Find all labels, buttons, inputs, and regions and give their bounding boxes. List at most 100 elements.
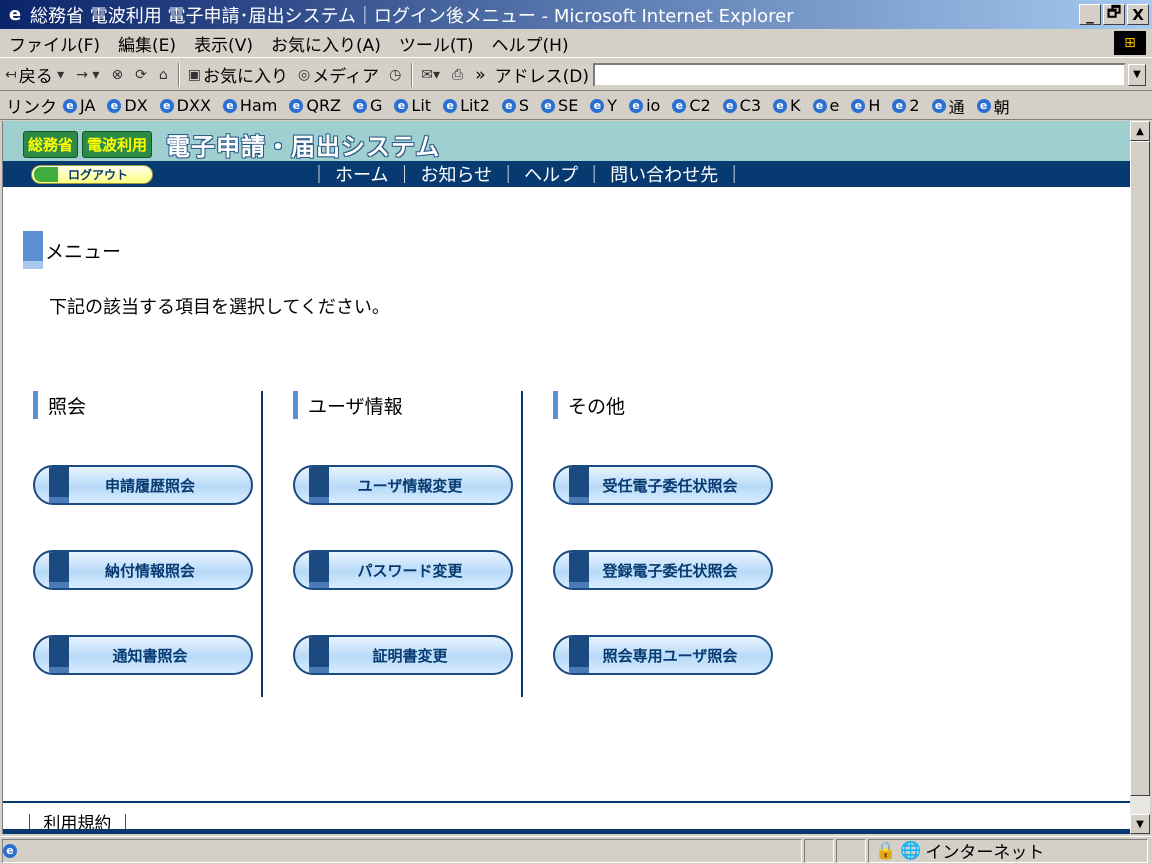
menu-file[interactable]: ファイル(F) <box>0 31 109 56</box>
inquiry-only-user-button[interactable]: 照会専用ユーザ照会 <box>553 635 773 675</box>
vertical-scrollbar[interactable]: ▲ ▼ <box>1130 121 1150 834</box>
scroll-up-arrow-icon[interactable]: ▲ <box>1130 121 1150 141</box>
link-item[interactable]: e C2 <box>672 96 711 115</box>
forward-button[interactable]: → ▾ <box>71 67 106 83</box>
page-content: 総務省 電波利用 電子申請・届出システム ログアウト ｜ ホーム ｜ お知らせ … <box>2 121 1130 834</box>
change-user-info-button[interactable]: ユーザ情報変更 <box>293 465 513 505</box>
print-icon: ⎙ <box>452 66 464 83</box>
lock-icon: 🔒 <box>875 840 897 861</box>
status-pane <box>804 838 834 863</box>
toolbar: ↤ 戻る ▾ → ▾ ⊗ ⟳ ⌂ ▣ お気に入り ◎ メディア ◷ ✉▾ ⎙ » アド… <box>0 59 1152 91</box>
favorites-icon: ▣ <box>187 66 202 83</box>
link-item[interactable]: e Lit2 <box>443 96 490 115</box>
link-item[interactable]: e QRZ <box>289 96 341 115</box>
home-button[interactable]: ⌂ <box>154 67 175 83</box>
nav-links: ｜ ホーム ｜ お知らせ ｜ ヘルプ ｜ 問い合わせ先 ｜ <box>303 161 750 187</box>
windows-logo-icon: ⊞ <box>1114 31 1146 55</box>
link-item[interactable]: e Ham <box>222 96 277 115</box>
nav-separator: ｜ <box>310 165 328 186</box>
ie-page-icon: e <box>63 98 77 113</box>
button-marker-icon <box>569 467 589 503</box>
application-history-button[interactable]: 申請履歴照会 <box>33 465 253 505</box>
stop-button[interactable]: ⊗ <box>106 67 130 83</box>
mail-icon: ✉▾ <box>421 66 441 83</box>
menu-favorites[interactable]: お気に入り(A) <box>262 31 390 56</box>
link-item[interactable]: ee <box>812 96 839 115</box>
logout-button[interactable]: ログアウト <box>31 165 153 184</box>
button-marker-icon <box>569 552 589 588</box>
link-item[interactable]: eG <box>353 96 382 115</box>
notice-inquiry-button[interactable]: 通知書照会 <box>33 635 253 675</box>
link-item[interactable]: eH <box>851 96 880 115</box>
link-item[interactable]: e通 <box>931 94 965 118</box>
logout-label: ログアウト <box>68 168 129 182</box>
more-chevron[interactable]: » <box>470 65 490 85</box>
address-dropdown-button[interactable]: ▼ <box>1128 63 1146 86</box>
minimize-button[interactable]: _ <box>1079 4 1101 25</box>
back-arrow-icon: ↤ <box>5 66 17 83</box>
button-marker-icon <box>309 637 329 673</box>
menu-tools[interactable]: ツール(T) <box>390 31 483 56</box>
column-heading: 照会 <box>33 391 86 419</box>
link-item[interactable]: e朝 <box>976 94 1010 118</box>
payment-info-button[interactable]: 納付情報照会 <box>33 550 253 590</box>
column-other: その他 受任電子委任状照会 登録電子委任状照会 照会専用ユーザ照会 <box>543 391 783 697</box>
ie-page-icon: e <box>812 98 827 113</box>
ie-page-icon: e <box>3 843 17 858</box>
link-item[interactable]: eK <box>773 96 801 115</box>
ie-page-icon: e <box>159 98 174 113</box>
address-input[interactable] <box>593 62 1126 87</box>
link-item[interactable]: e DXX <box>159 96 211 115</box>
received-proxy-inquiry-button[interactable]: 受任電子委任状照会 <box>553 465 773 505</box>
section-title-text: メニュー <box>45 240 122 263</box>
back-button[interactable]: ↤ 戻る ▾ <box>0 62 71 88</box>
link-item[interactable]: e io <box>629 96 660 115</box>
media-button[interactable]: ◎ メディア <box>293 62 384 88</box>
scroll-down-arrow-icon[interactable]: ▼ <box>1130 814 1150 834</box>
nav-home-link[interactable]: ホーム <box>335 161 388 187</box>
link-item[interactable]: e JA <box>63 96 95 115</box>
ie-page-icon: e <box>443 98 458 113</box>
history-icon: ◷ <box>389 66 402 83</box>
footer-bar <box>3 829 1130 834</box>
scroll-thumb[interactable] <box>1130 141 1150 796</box>
logo-badge-denpa: 電波利用 <box>82 131 153 158</box>
change-password-button[interactable]: パスワード変更 <box>293 550 513 590</box>
change-certificate-button[interactable]: 証明書変更 <box>293 635 513 675</box>
mail-button[interactable]: ✉▾ <box>416 67 447 83</box>
link-item[interactable]: e Lit <box>394 96 431 115</box>
favorites-button[interactable]: ▣ お気に入り <box>183 62 293 88</box>
link-item[interactable]: eY <box>590 96 617 115</box>
nav-help-link[interactable]: ヘルプ <box>524 161 578 187</box>
link-item[interactable]: e2 <box>892 96 920 115</box>
history-button[interactable]: ◷ <box>384 67 408 83</box>
column-heading: その他 <box>553 391 625 419</box>
nav-news-link[interactable]: お知らせ <box>420 161 492 187</box>
close-button[interactable]: X <box>1127 4 1149 25</box>
column-divider <box>521 391 523 697</box>
menu-edit[interactable]: 編集(E) <box>109 31 185 56</box>
restore-button[interactable]: 🗗 <box>1103 3 1125 25</box>
link-item[interactable]: e DX <box>107 96 148 115</box>
nav-contact-link[interactable]: 問い合わせ先 <box>610 161 718 187</box>
refresh-button[interactable]: ⟳ <box>130 67 154 83</box>
section-title: メニュー <box>23 231 121 269</box>
site-logo[interactable]: 総務省 電波利用 電子申請・届出システム <box>23 127 440 162</box>
column-heading-text: その他 <box>568 395 626 418</box>
link-item[interactable]: e C3 <box>722 96 761 115</box>
ie-page-icon: e <box>976 98 991 113</box>
column-user-info: ユーザ情報 ユーザ情報変更 パスワード変更 証明書変更 <box>283 391 523 697</box>
toolbar-separator <box>411 62 414 87</box>
media-icon: ◎ <box>298 66 311 83</box>
registered-proxy-inquiry-button[interactable]: 登録電子委任状照会 <box>553 550 773 590</box>
menu-bar: ファイル(F) 編集(E) 表示(V) お気に入り(A) ツール(T) ヘルプ(… <box>0 29 1152 58</box>
button-marker-icon <box>569 637 589 673</box>
menu-view[interactable]: 表示(V) <box>185 31 262 56</box>
link-item[interactable]: e SE <box>541 96 578 115</box>
column-heading-text: ユーザ情報 <box>308 395 403 418</box>
ie-page-icon: e <box>289 98 304 113</box>
menu-help[interactable]: ヘルプ(H) <box>483 31 578 56</box>
button-label: 納付情報照会 <box>104 561 195 580</box>
print-button[interactable]: ⎙ <box>447 67 470 83</box>
link-item[interactable]: eS <box>501 96 529 115</box>
